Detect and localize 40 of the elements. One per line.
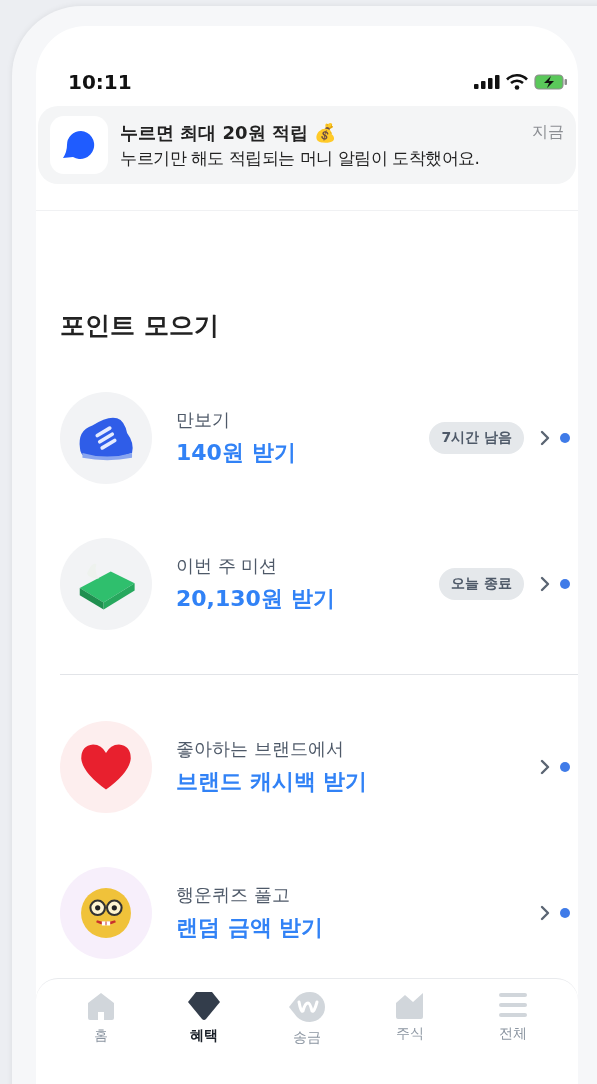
reward-label: 행운퀴즈 풀고	[176, 883, 291, 907]
notification-title: 누르면 최대 20원 적립 💰	[120, 120, 337, 145]
reward-amount: 브랜드 캐시백 받기	[176, 768, 369, 796]
time-left-tag: 7시간 남음	[429, 422, 524, 454]
gem-icon	[187, 991, 222, 1021]
nav-tab[interactable]: 혜택	[164, 991, 245, 1055]
house-icon	[86, 991, 117, 1021]
status-time: 10:11	[68, 70, 132, 94]
reward-label: 만보기	[176, 408, 231, 432]
notification-message: 누르기만 해도 적립되는 머니 알림이 도착했어요.	[120, 146, 481, 170]
reward-list-item[interactable]: 좋아하는 브랜드에서 브랜드 캐시백 받기	[36, 721, 578, 813]
notification-time: 지금	[532, 122, 564, 143]
dot-marker	[560, 433, 570, 443]
won-coin-icon	[288, 991, 326, 1023]
heart-icon	[78, 742, 134, 792]
time-left-tag: 오늘 종료	[439, 568, 524, 600]
dot-marker	[560, 908, 570, 918]
reward-list-item[interactable]: 행운퀴즈 풀고 랜덤 금액 받기	[36, 867, 578, 959]
reward-amount: 랜덤 금액 받기	[176, 914, 325, 942]
notification-card[interactable]: 누르면 최대 20원 적립 💰 지금 누르기만 해도 적립되는 머니 알림이 도착했어요.	[38, 106, 576, 184]
signal-icon	[474, 75, 500, 89]
chevron-right-icon	[540, 576, 550, 592]
wifi-icon	[506, 74, 528, 90]
dot-marker	[560, 762, 570, 772]
menu-icon	[497, 991, 528, 1019]
reward-label: 좋아하는 브랜드에서	[176, 737, 345, 761]
chevron-right-icon	[540, 759, 550, 775]
app-icon	[50, 116, 108, 174]
reward-label: 이번 주 미션	[176, 554, 279, 578]
reward-list-item[interactable]: 이번 주 미션 20,130원 받기 오늘 종료	[36, 538, 578, 630]
chevron-right-icon	[540, 905, 550, 921]
chevron-right-icon	[540, 430, 550, 446]
nerd-face-icon	[80, 887, 132, 939]
battery-charging-icon	[534, 74, 568, 90]
reward-amount: 20,130원 받기	[176, 585, 336, 613]
reward-amount: 140원 받기	[176, 439, 297, 467]
dot-marker	[560, 579, 570, 589]
section-title: 포인트 모으기	[60, 310, 220, 342]
chart-icon	[394, 991, 425, 1019]
reward-list-item[interactable]: 만보기 140원 받기 7시간 남음	[36, 392, 578, 484]
